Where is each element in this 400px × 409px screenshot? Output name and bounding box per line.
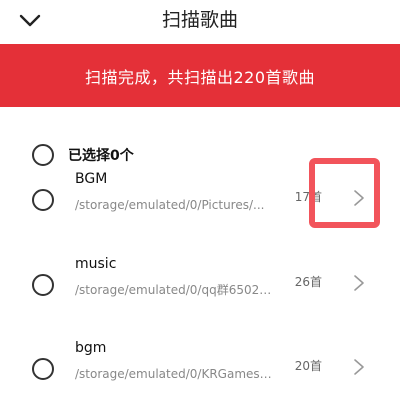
chevron-right-icon[interactable] <box>352 188 366 208</box>
song-count: 26首 <box>294 275 322 289</box>
chevron-right-icon[interactable] <box>352 273 366 293</box>
select-all-radio[interactable] <box>32 144 54 166</box>
folder-path: /storage/emulated/0/KRGames/... <box>75 367 275 381</box>
folder-radio[interactable] <box>32 274 54 296</box>
scan-result-text: 扫描完成，共扫描出220首歌曲 <box>84 67 316 87</box>
song-count: 17首 <box>294 190 322 204</box>
header-bar: 扫描歌曲 <box>0 0 400 44</box>
select-all-row[interactable]: 已选择0个 <box>32 140 134 170</box>
folder-row-music[interactable]: music /storage/emulated/0/qq群65021... 26… <box>0 255 400 315</box>
selected-count-label: 已选择0个 <box>68 148 134 164</box>
folder-name: bgm <box>75 340 107 356</box>
folder-name: BGM <box>75 171 108 187</box>
page-title: 扫描歌曲 <box>161 9 238 31</box>
folder-radio[interactable] <box>32 189 54 211</box>
folder-path: /storage/emulated/0/qq群65021... <box>75 283 275 297</box>
folder-path: /storage/emulated/0/Pictures/... <box>75 198 265 212</box>
folder-row-bgm-2[interactable]: bgm /storage/emulated/0/KRGames/... 20首 <box>0 339 400 399</box>
scan-songs-page: 扫描歌曲 扫描完成，共扫描出220首歌曲 已选择0个 BGM /storage/… <box>0 0 400 409</box>
song-count: 20首 <box>294 359 322 373</box>
scan-result-banner: 扫描完成，共扫描出220首歌曲 <box>0 44 400 107</box>
chevron-right-icon[interactable] <box>352 357 366 377</box>
folder-radio[interactable] <box>32 358 54 380</box>
folder-name: music <box>75 256 117 272</box>
folder-row-bgm[interactable]: BGM /storage/emulated/0/Pictures/... 17首 <box>0 170 400 230</box>
